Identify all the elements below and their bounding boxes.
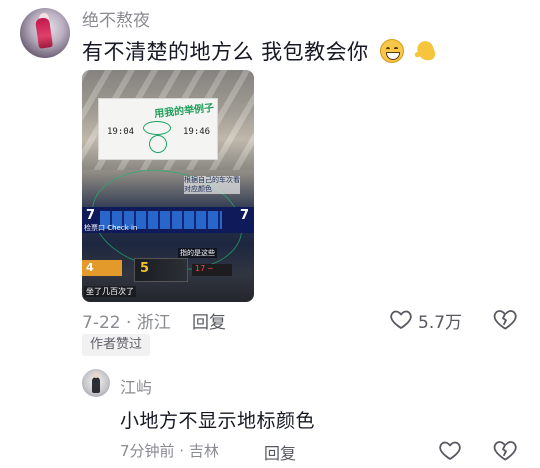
broken-heart-icon[interactable] [492,437,518,463]
grinning-sweat-emoji-icon [379,39,404,63]
reply-text: 小地方不显示地标颜色 [120,410,316,432]
board-time-right: 19:46 [183,127,211,137]
reply-avatar[interactable] [82,369,110,397]
comment-text: 有不清楚的地方么 我包教会你 [82,36,439,66]
comment-date-location: 7-22 · 浙江 [82,313,171,333]
flexed-biceps-emoji-icon [415,38,439,64]
like-count: 5.7万 [418,313,463,333]
gate-number-left: 7 [86,208,96,223]
reply-time-location: 7分钟前 · 吉林 [120,442,219,460]
yellow-sign: 5 [134,258,188,282]
sign-yellow-number: 5 [140,261,150,276]
annotation-circle [149,135,167,153]
annotation-right: 根据自己的车次看对应颜色 [184,176,240,194]
orange-sign: 4 [82,260,122,276]
reply-button[interactable]: 回复 [192,308,226,333]
avatar-figure [34,17,54,49]
heart-icon[interactable] [438,438,462,462]
reply-username[interactable]: 江屿 [120,374,152,398]
board-time-left: 19:04 [107,127,135,137]
guide-text: 指的是这些 [178,248,217,258]
heart-icon[interactable] [389,307,413,331]
annotation-oval [143,121,171,135]
sign-left-number: 4 [86,261,94,274]
comment-username[interactable]: 绝不熬夜 [82,6,150,31]
gate-number-right: 7 [240,208,250,223]
author-liked-badge: 作者赞过 [82,334,151,356]
reply-reply-button[interactable]: 回复 [264,440,296,464]
comment-image[interactable]: 19:04 19:46 用我的举例子 根据自己的车次看对应颜色 7 检票口 Ch… [82,70,254,302]
image-caption: 坐了几百次了 [84,286,136,297]
reply-avatar-figure [92,372,100,393]
red-sign: 17 ─ [192,264,232,276]
comment-text-content: 有不清楚的地方么 我包教会你 [82,40,369,64]
broken-heart-icon[interactable] [492,306,518,332]
sign-red-text: 17 ─ [195,264,213,273]
avatar[interactable] [20,8,70,58]
checkin-label-left: 检票口 Check in [84,224,138,232]
